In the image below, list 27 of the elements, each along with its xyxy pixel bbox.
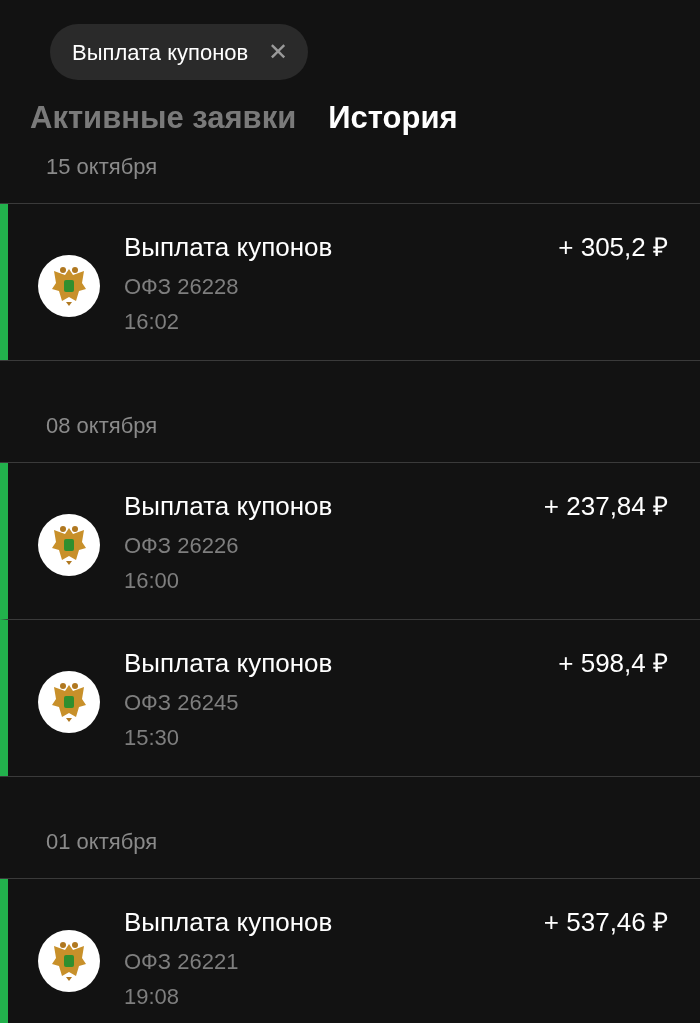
amount: + 598,4 ₽ <box>558 647 668 679</box>
amount: + 537,46 ₽ <box>543 906 668 938</box>
amount: + 305,2 ₽ <box>558 231 668 263</box>
operation-title: Выплата купонов <box>124 231 334 263</box>
operation-row[interactable]: Выплата купонов ОФЗ 26226 16:00 + 237,84 ₽ <box>0 463 700 619</box>
operation-row[interactable]: Выплата купонов ОФЗ 26245 15:30 + 598,4 ₽ <box>0 619 700 776</box>
security-name: ОФЗ 26226 <box>124 532 240 560</box>
operation-time: 16:02 <box>124 308 181 336</box>
date-heading: 15 октября <box>45 154 159 181</box>
filter-chip[interactable]: Выплата купонов ✕ <box>50 24 309 80</box>
security-name: ОФЗ 26228 <box>124 273 240 301</box>
operation-time: 16:00 <box>124 567 181 595</box>
security-name: ОФЗ 26245 <box>124 689 240 717</box>
filter-label: Выплата купонов <box>72 38 249 67</box>
operation-title: Выплата купонов <box>124 647 334 679</box>
amount: + 237,84 ₽ <box>543 490 668 522</box>
date-heading: 08 октября <box>45 413 159 440</box>
tab[interactable]: Активные заявки <box>30 98 297 138</box>
operation-time: 15:30 <box>124 724 181 752</box>
operation-row[interactable]: Выплата купонов ОФЗ 26228 16:02 + 305,2 ₽ <box>0 204 700 360</box>
security-name: ОФЗ 26221 <box>124 948 240 976</box>
operation-title: Выплата купонов <box>124 490 334 522</box>
date-heading: 01 октября <box>45 829 159 856</box>
operation-row[interactable]: Выплата купонов ОФЗ 26221 19:08 + 537,46 ₽ <box>0 879 700 1023</box>
tab[interactable]: История <box>328 98 458 138</box>
operation-time: 19:08 <box>124 983 181 1011</box>
operation-title: Выплата купонов <box>124 906 334 938</box>
